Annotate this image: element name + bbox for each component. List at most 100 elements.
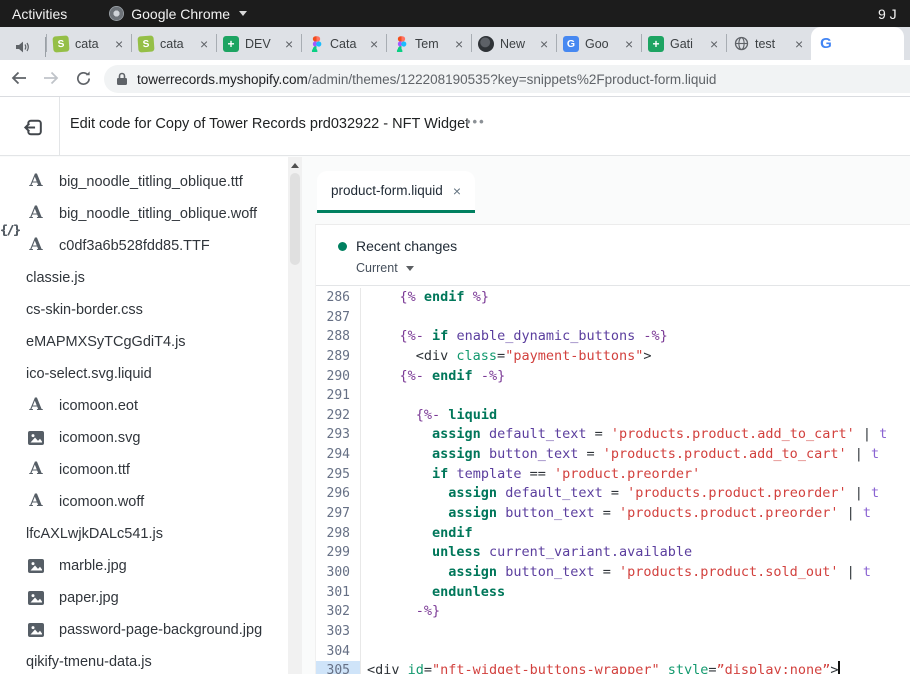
browser-tab[interactable]: S + G G DEV × <box>216 27 301 60</box>
code-line[interactable]: 291 <box>316 386 910 406</box>
font-file-icon: A <box>29 395 42 415</box>
font-file-icon: A <box>29 491 42 511</box>
code-line[interactable]: 303 <box>316 622 910 642</box>
exit-icon <box>22 116 45 139</box>
editor-tab-close-icon[interactable]: × <box>453 183 461 199</box>
tab-close-icon[interactable]: × <box>285 37 293 51</box>
file-name: big_noodle_titling_oblique.ttf <box>59 174 243 190</box>
code-line[interactable]: 288 {%- if enable_dynamic_buttons -%} <box>316 327 910 347</box>
tab-close-icon[interactable]: × <box>625 37 633 51</box>
tab-close-icon[interactable]: × <box>795 37 803 51</box>
version-dropdown[interactable]: Current <box>356 261 910 275</box>
code-line[interactable]: 290 {%- endif -%} <box>316 367 910 387</box>
address-bar[interactable]: towerrecords.myshopify.com/admin/themes/… <box>104 65 910 93</box>
line-number: 290 <box>316 367 360 387</box>
forward-button[interactable] <box>38 65 64 91</box>
code-line[interactable]: 301 endunless <box>316 583 910 603</box>
code-line[interactable]: 299 unless current_variant.available <box>316 543 910 563</box>
tab-close-icon[interactable]: × <box>455 37 463 51</box>
line-number: 295 <box>316 465 360 485</box>
file-item[interactable]: A {/} paper.jpg <box>0 582 302 614</box>
tab-title: DEV <box>245 37 279 51</box>
browser-tab[interactable]: S + G G Cata × <box>301 27 386 60</box>
tab-close-icon[interactable]: × <box>370 37 378 51</box>
browser-tab[interactable]: S + G G Goo × <box>556 27 641 60</box>
editor-file-tab[interactable]: product-form.liquid × <box>317 171 475 213</box>
tab-close-icon[interactable]: × <box>540 37 548 51</box>
file-item[interactable]: A {/} icomoon.woff <box>0 486 302 518</box>
tab-close-icon[interactable]: × <box>710 37 718 51</box>
file-item[interactable]: A {/} c0df3a6b528fdd85.TTF <box>0 230 302 262</box>
file-item[interactable]: A {/} classie.js <box>0 262 302 294</box>
editor-main: product-form.liquid × Recent changes Cur… <box>302 157 910 674</box>
browser-tab[interactable]: S + G G cata × <box>46 27 131 60</box>
file-item[interactable]: A {/} marble.jpg <box>0 550 302 582</box>
browser-tab[interactable]: S + G G × <box>811 27 904 60</box>
app-menu[interactable]: Google Chrome <box>109 6 247 22</box>
file-item[interactable]: A {/} icomoon.svg <box>0 422 302 454</box>
code-line[interactable]: 293 assign default_text = 'products.prod… <box>316 425 910 445</box>
file-item[interactable]: A {/} qikify-tmenu-data.js <box>0 646 302 674</box>
scroll-up-arrow-icon[interactable] <box>291 163 299 168</box>
browser-toolbar: towerrecords.myshopify.com/admin/themes/… <box>0 60 910 97</box>
file-name: eMAPMXSyTCgGdiT4.js <box>26 334 186 350</box>
more-actions-button[interactable]: ••• <box>466 114 486 129</box>
code-line[interactable]: 294 assign button_text = 'products.produ… <box>316 445 910 465</box>
font-file-icon: A <box>29 203 42 223</box>
file-item-partial[interactable]: {/} <box>0 157 302 166</box>
image-file-icon <box>28 623 44 637</box>
code-line[interactable]: 296 assign default_text = 'products.prod… <box>316 484 910 504</box>
file-item[interactable]: A {/} cs-skin-border.css <box>0 294 302 326</box>
tab-close-icon[interactable]: × <box>115 37 123 51</box>
tab-title: Tem <box>415 37 449 51</box>
code-line[interactable]: 292 {%- liquid <box>316 406 910 426</box>
code-line[interactable]: 295 if template == 'product.preorder' <box>316 465 910 485</box>
google-translate-favicon: G <box>563 36 579 52</box>
exit-editor-button[interactable] <box>20 114 46 140</box>
code-line[interactable]: 289 <div class="payment-buttons"> <box>316 347 910 367</box>
file-name: qikify-tmenu-data.js <box>26 654 152 670</box>
file-item[interactable]: A {/} icomoon.ttf <box>0 454 302 486</box>
file-item[interactable]: A {/} big_noodle_titling_oblique.woff <box>0 198 302 230</box>
file-item[interactable]: A {/} icomoon.eot <box>0 390 302 422</box>
figma-favicon <box>393 36 409 52</box>
browser-tab[interactable]: S + G G test × <box>726 27 811 60</box>
tab-audio-indicator[interactable] <box>0 37 46 57</box>
browser-tab[interactable]: S + G G Gati × <box>641 27 726 60</box>
code-line[interactable]: 300 assign button_text = 'products.produ… <box>316 563 910 583</box>
browser-tab[interactable]: S + G G New × <box>471 27 556 60</box>
browser-tab[interactable]: S + G G Tem × <box>386 27 471 60</box>
back-button[interactable] <box>6 65 32 91</box>
line-number: 294 <box>316 445 360 465</box>
line-number: 286 <box>316 288 360 308</box>
reload-button[interactable] <box>70 65 96 91</box>
file-type-icon: A {/} <box>26 173 46 191</box>
clock: 9 J <box>878 6 910 22</box>
file-item[interactable]: A {/} password-page-background.jpg <box>0 614 302 646</box>
code-line[interactable]: 287 <box>316 308 910 328</box>
line-number: 302 <box>316 602 360 622</box>
code-line[interactable]: 304 <box>316 642 910 662</box>
browser-tab[interactable]: S + G G cata × <box>131 27 216 60</box>
sidebar-scrollbar[interactable] <box>288 157 302 674</box>
file-type-icon: A {/} <box>26 493 46 511</box>
globe-favicon <box>733 36 749 52</box>
code-line[interactable]: 297 assign button_text = 'products.produ… <box>316 504 910 524</box>
file-item[interactable]: A {/} ico-select.svg.liquid <box>0 358 302 390</box>
code-line[interactable]: 286 {% endif %} <box>316 288 910 308</box>
code-editor[interactable]: 286 {% endif %}287288 {%- if enable_dyna… <box>316 287 910 674</box>
code-file-icon: {/} <box>0 222 20 237</box>
line-number: 298 <box>316 524 360 544</box>
code-line[interactable]: 302 -%} <box>316 602 910 622</box>
code-line[interactable]: 305<div id="nft-widget-buttons-wrapper" … <box>316 661 910 674</box>
code-line[interactable]: 298 endif <box>316 524 910 544</box>
file-item[interactable]: A {/} lfcAXLwjkDALc541.js <box>0 518 302 550</box>
activities-button[interactable]: Activities <box>12 6 67 22</box>
file-item[interactable]: A {/} eMAPMXSyTCgGdiT4.js <box>0 326 302 358</box>
file-item[interactable]: A {/} big_noodle_titling_oblique.ttf <box>0 166 302 198</box>
line-number: 289 <box>316 347 360 367</box>
file-name: big_noodle_titling_oblique.woff <box>59 206 257 222</box>
scrollbar-thumb[interactable] <box>290 173 300 265</box>
file-name: ico-select.svg.liquid <box>26 366 152 382</box>
tab-close-icon[interactable]: × <box>200 37 208 51</box>
